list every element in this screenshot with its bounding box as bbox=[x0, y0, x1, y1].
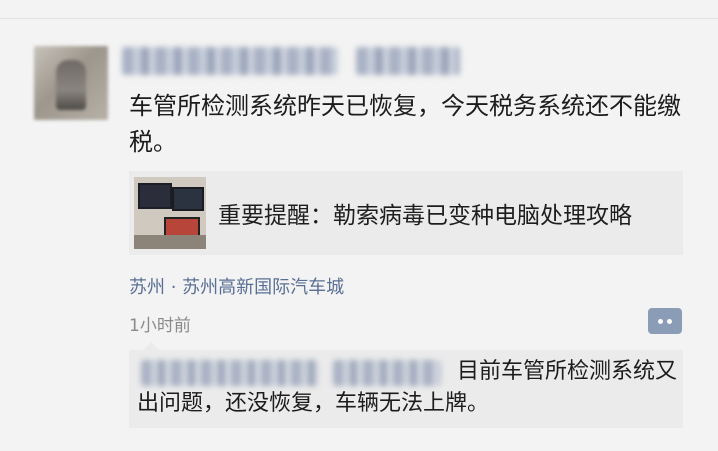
top-divider bbox=[0, 18, 718, 19]
comment-menu-button[interactable] bbox=[648, 308, 682, 334]
post-text: 车管所检测系统昨天已恢复，今天税务系统还不能缴税。 bbox=[129, 92, 681, 156]
link-title: 重要提醒：勒索病毒已变种电脑处理攻略 bbox=[218, 203, 632, 229]
avatar-figure bbox=[56, 60, 86, 110]
post-time: 1小时前 bbox=[129, 316, 191, 336]
comment-area: 目前车管所检测系统又出问题，还没恢复，车辆无法上牌。 bbox=[129, 342, 683, 428]
shared-link-card[interactable]: 重要提醒：勒索病毒已变种电脑处理攻略 bbox=[129, 171, 683, 255]
avatar[interactable] bbox=[34, 46, 108, 120]
post-location[interactable]: 苏州 · 苏州高新国际汽车城 bbox=[129, 273, 344, 299]
dot-icon bbox=[658, 318, 663, 324]
dot-icon bbox=[667, 318, 672, 324]
comment-text: 目前车管所检测系统又出问题，还没恢复，车辆无法上牌。 bbox=[137, 359, 678, 416]
blurred-username[interactable] bbox=[122, 47, 338, 75]
blurred-username-extra bbox=[356, 47, 460, 75]
link-thumbnail bbox=[134, 177, 206, 249]
